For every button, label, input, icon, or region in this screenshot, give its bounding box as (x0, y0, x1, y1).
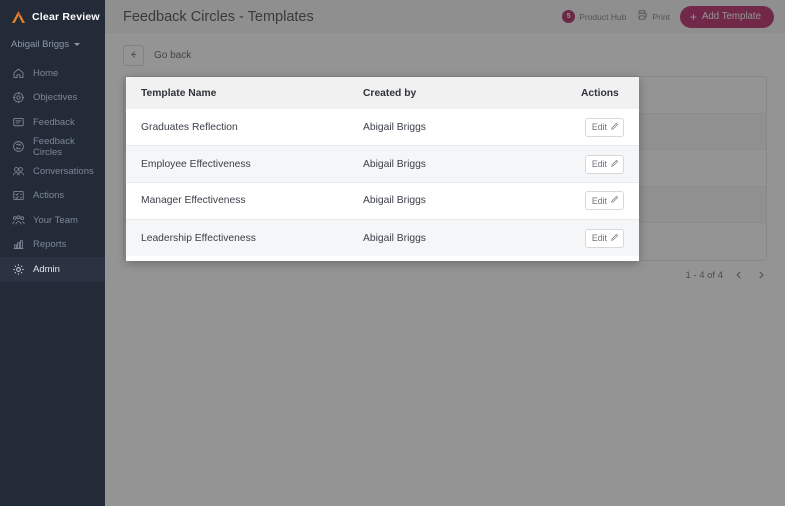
bar-chart-icon (12, 238, 25, 251)
sidebar-item-label: Feedback (33, 116, 75, 128)
people-icon (12, 165, 25, 178)
cell-actions: Edit (581, 219, 639, 257)
gear-icon (12, 263, 25, 276)
checklist-icon (12, 189, 25, 202)
pencil-icon (610, 159, 619, 170)
sidebar-item-your-team[interactable]: Your Team (0, 208, 105, 233)
sidebar-item-label: Your Team (33, 214, 78, 226)
edit-button-label: Edit (591, 159, 607, 170)
sidebar: Clear Review Abigail Briggs Home Objecti… (0, 0, 105, 506)
cell-created-by: Abigail Briggs (363, 182, 581, 220)
comment-icon (12, 116, 25, 129)
sidebar-item-label: Admin (33, 263, 60, 275)
target-icon (12, 91, 25, 104)
column-header-template-name: Template Name (126, 77, 363, 109)
brand-name: Clear Review (32, 10, 100, 23)
chevron-down-icon (74, 43, 81, 46)
sidebar-item-conversations[interactable]: Conversations (0, 159, 105, 184)
pencil-icon (610, 195, 619, 206)
edit-button[interactable]: Edit (584, 154, 624, 174)
sidebar-item-label: Reports (33, 239, 67, 251)
table-row[interactable]: Manager Effectiveness Abigail Briggs Edi… (126, 182, 639, 220)
user-menu[interactable]: Abigail Briggs (0, 33, 105, 56)
edit-button-label: Edit (591, 195, 607, 206)
sidebar-nav: Home Objectives Feedback Feedback Circle… (0, 61, 105, 282)
cell-template-name: Graduates Reflection (126, 109, 363, 147)
table-header-row: Template Name Created by Actions (126, 77, 639, 109)
home-icon (12, 67, 25, 80)
edit-button-label: Edit (591, 233, 607, 244)
edit-button[interactable]: Edit (584, 228, 624, 248)
edit-button-label: Edit (591, 122, 607, 133)
sidebar-item-actions[interactable]: Actions (0, 184, 105, 209)
templates-table: Template Name Created by Actions Graduat… (126, 77, 639, 257)
app-root: Clear Review Abigail Briggs Home Objecti… (0, 0, 785, 506)
cell-actions: Edit (581, 145, 639, 184)
cell-created-by: Abigail Briggs (363, 219, 581, 257)
pencil-icon (610, 233, 619, 244)
cell-created-by: Abigail Briggs (363, 145, 581, 184)
edit-button[interactable]: Edit (584, 191, 624, 211)
sidebar-item-label: Feedback Circles (33, 135, 75, 158)
column-header-created-by: Created by (363, 77, 581, 109)
brand[interactable]: Clear Review (0, 0, 105, 33)
cell-actions: Edit (581, 109, 639, 147)
circle-arrows-icon (12, 140, 25, 153)
table-row[interactable]: Leadership Effectiveness Abigail Briggs … (126, 219, 639, 257)
column-header-actions: Actions (581, 77, 639, 109)
sidebar-item-label: Home (33, 67, 59, 79)
table-row[interactable]: Graduates Reflection Abigail Briggs Edit (126, 109, 639, 147)
table-row[interactable]: Employee Effectiveness Abigail Briggs Ed… (126, 145, 639, 184)
cell-template-name: Employee Effectiveness (126, 145, 363, 184)
sidebar-item-feedback[interactable]: Feedback (0, 110, 105, 135)
cell-template-name: Leadership Effectiveness (126, 219, 363, 257)
chevron-logo-icon (10, 9, 27, 25)
templates-table-head: Template Name Created by Actions (126, 77, 639, 109)
sidebar-item-admin[interactable]: Admin (0, 257, 105, 282)
user-name: Abigail Briggs (11, 39, 70, 50)
sidebar-item-label: Objectives (33, 92, 78, 104)
cell-actions: Edit (581, 182, 639, 220)
cell-created-by: Abigail Briggs (363, 109, 581, 147)
sidebar-item-reports[interactable]: Reports (0, 233, 105, 258)
cell-template-name: Manager Effectiveness (126, 182, 363, 220)
sidebar-item-home[interactable]: Home (0, 61, 105, 86)
sidebar-item-feedback-circles[interactable]: Feedback Circles (0, 135, 105, 160)
team-icon (12, 214, 25, 227)
templates-table-body: Graduates Reflection Abigail Briggs Edit… (126, 109, 639, 257)
templates-modal: Template Name Created by Actions Graduat… (126, 77, 639, 261)
pencil-icon (610, 122, 619, 133)
edit-button[interactable]: Edit (584, 117, 624, 137)
sidebar-item-objectives[interactable]: Objectives (0, 86, 105, 111)
sidebar-item-label: Conversations (33, 165, 94, 177)
sidebar-item-label: Actions (33, 190, 65, 202)
